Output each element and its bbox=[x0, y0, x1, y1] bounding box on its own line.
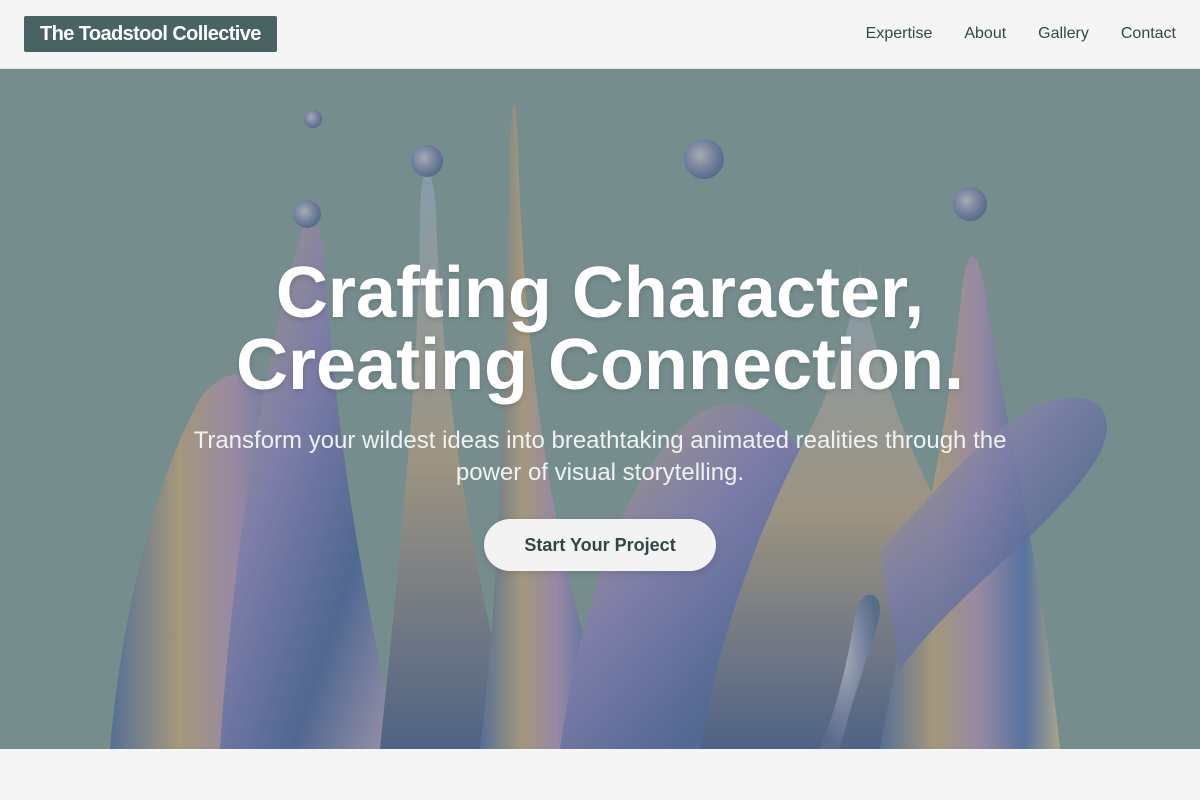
nav-link-about[interactable]: About bbox=[964, 25, 1006, 43]
hero-section: Crafting Character, Creating Connection.… bbox=[0, 69, 1200, 749]
nav-link-expertise[interactable]: Expertise bbox=[866, 25, 933, 43]
hero-content: Crafting Character, Creating Connection.… bbox=[0, 69, 1200, 749]
hero-title: Crafting Character, Creating Connection. bbox=[235, 253, 964, 405]
hero-subtitle: Transform your wildest ideas into breath… bbox=[193, 427, 1007, 486]
main-nav: Expertise About Gallery Contact bbox=[866, 25, 1176, 43]
below-fold-section bbox=[0, 749, 1200, 800]
nav-link-contact[interactable]: Contact bbox=[1121, 25, 1176, 43]
nav-link-gallery[interactable]: Gallery bbox=[1038, 25, 1089, 43]
brand-logo[interactable]: The Toadstool Collective bbox=[24, 16, 277, 52]
site-header: The Toadstool Collective Expertise About… bbox=[0, 0, 1200, 69]
start-project-button[interactable]: Start Your Project bbox=[484, 519, 716, 571]
